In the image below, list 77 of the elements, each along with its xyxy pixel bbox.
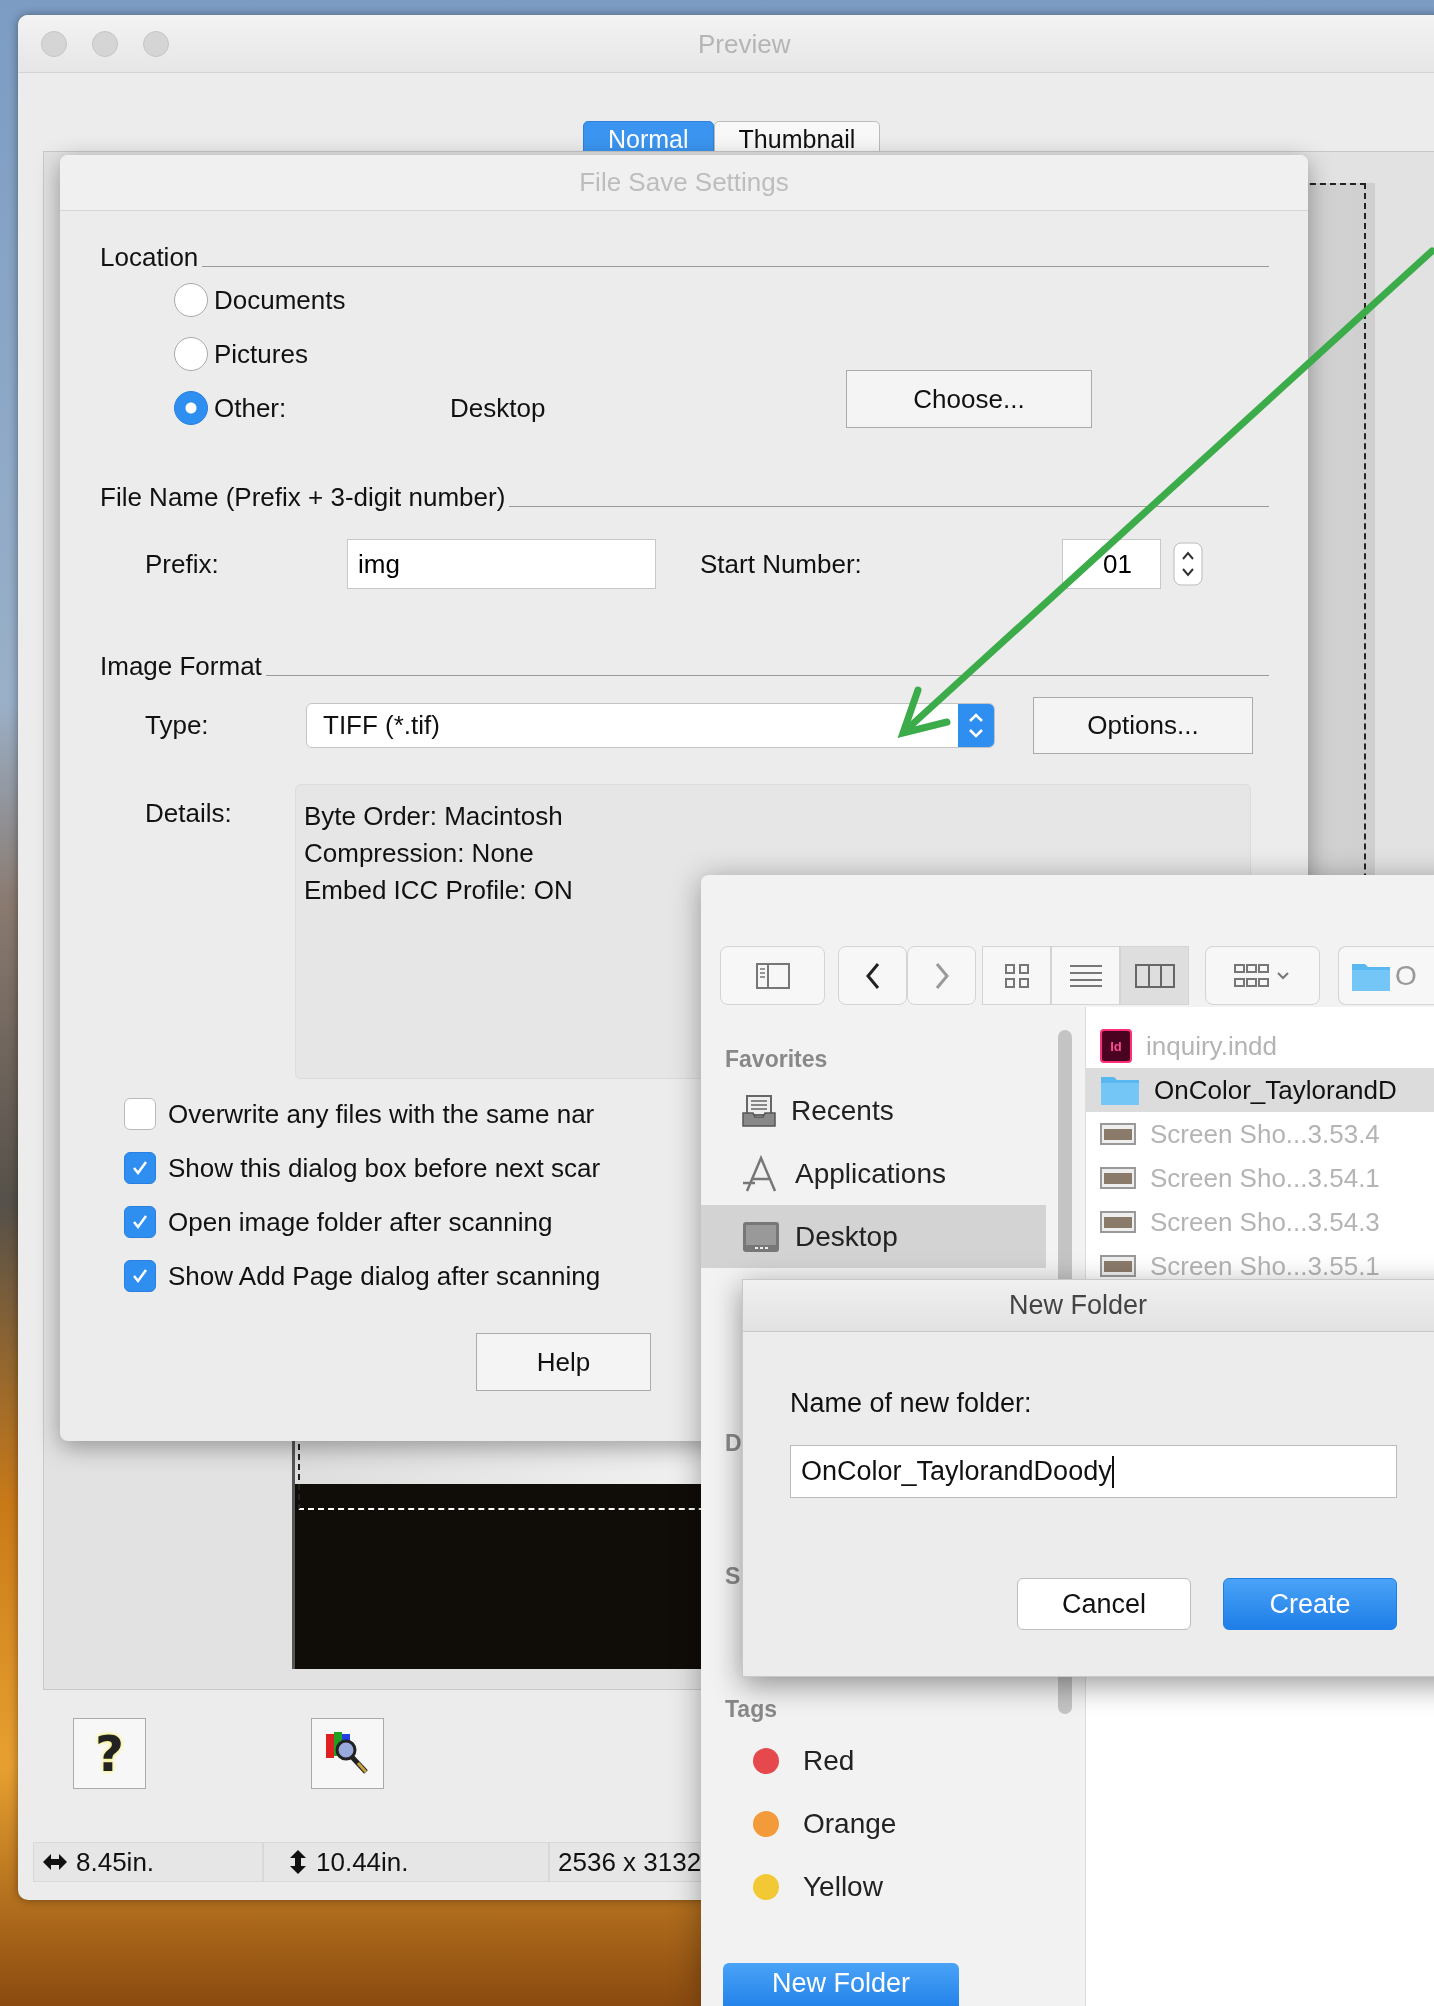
folder-name-label: Name of new folder: <box>790 1388 1033 1420</box>
grid-icon <box>1003 962 1030 989</box>
section-heading: Location <box>100 242 199 273</box>
sidebar-item[interactable]: Yellow <box>701 1855 1046 1918</box>
forward-icon <box>933 961 950 990</box>
details-line: Embed ICC Profile: ON <box>304 874 574 907</box>
inbox-tray-icon <box>741 1092 777 1129</box>
window-title: Preview <box>698 29 791 60</box>
choose-button[interactable]: Choose... <box>846 370 1092 428</box>
pixel-dimensions: 2536 x 3132 <box>558 1846 702 1878</box>
height-reading: 10.44in. <box>316 1846 409 1878</box>
sidebar-heading: Tags <box>724 1695 778 1724</box>
horizontal-arrows-icon <box>42 1852 68 1872</box>
file-row[interactable]: Id inquiry.indd <box>1086 1024 1434 1068</box>
prefix-label: Prefix: <box>145 548 220 580</box>
icon-view-button[interactable] <box>982 946 1051 1005</box>
sidebar-toggle-button[interactable] <box>720 946 825 1005</box>
checkbox[interactable] <box>124 1260 156 1292</box>
color-magnifier-button[interactable] <box>311 1718 384 1789</box>
checkbox[interactable] <box>124 1098 156 1130</box>
sidebar-heading: S <box>724 1562 742 1591</box>
help-button[interactable]: ? <box>73 1718 146 1789</box>
radio-label: Documents <box>214 284 347 316</box>
start-number-field[interactable]: 01 <box>1062 539 1161 589</box>
checkbox[interactable] <box>124 1206 156 1238</box>
sidebar-item[interactable]: Applications <box>701 1142 1046 1205</box>
radio-button[interactable] <box>174 337 208 371</box>
list-view-button[interactable] <box>1051 946 1120 1005</box>
details-label: Details: <box>145 797 233 830</box>
radio-label: Pictures <box>214 338 309 370</box>
checkbox-label: Overwrite any files with the same nar <box>168 1098 595 1130</box>
image-thumbnail-icon <box>1100 1120 1136 1148</box>
sidebar-item[interactable]: Red <box>701 1729 1046 1792</box>
indesign-file-icon: Id <box>1100 1029 1132 1063</box>
details-line: Byte Order: Macintosh <box>304 800 564 833</box>
width-reading: 8.45in. <box>76 1846 155 1878</box>
sidebar-heading: Favorites <box>724 1045 829 1074</box>
checkbox-label: Show this dialog box before next scar <box>168 1152 601 1184</box>
radio-button[interactable] <box>174 391 208 425</box>
prefix-field[interactable]: img <box>347 539 656 589</box>
column-view-button[interactable] <box>1120 946 1189 1005</box>
help-button[interactable]: Help <box>476 1333 651 1391</box>
details-line: Compression: None <box>304 837 535 870</box>
sidebar-heading: D <box>724 1429 743 1458</box>
location-path: Desktop <box>450 392 547 424</box>
image-thumbnail-icon <box>1100 1252 1136 1280</box>
file-row[interactable]: OnColor_TaylorandD <box>1086 1068 1434 1112</box>
section-heading: File Name (Prefix + 3-digit number) <box>100 482 506 513</box>
back-icon <box>864 961 881 990</box>
back-button[interactable] <box>838 946 907 1005</box>
columns-icon <box>1134 963 1175 988</box>
sidebar-item[interactable]: Recents <box>701 1079 1046 1142</box>
sidebar-item[interactable]: Desktop <box>701 1205 1046 1268</box>
desktop-icon <box>741 1219 781 1254</box>
type-label: Type: <box>145 710 210 741</box>
cancel-button[interactable]: Cancel <box>1017 1578 1191 1630</box>
sidebar-item[interactable]: Orange <box>701 1792 1046 1855</box>
section-heading: Image Format <box>100 651 262 682</box>
list-icon <box>1068 963 1103 988</box>
arrange-button[interactable] <box>1205 946 1320 1005</box>
image-thumbnail-icon <box>1100 1164 1136 1192</box>
checkbox-label: Open image folder after scanning <box>168 1206 553 1238</box>
start-number-label: Start Number: <box>700 548 863 580</box>
dialog-title: New Folder <box>1009 1290 1148 1321</box>
folder-icon <box>1100 1074 1140 1106</box>
radio-button[interactable] <box>174 283 208 317</box>
type-dropdown[interactable]: TIFF (*.tif) <box>306 703 995 748</box>
sidebar-icon <box>755 962 790 989</box>
checkbox[interactable] <box>124 1152 156 1184</box>
radio-label: Other: <box>214 392 288 424</box>
stepper-icon <box>958 704 994 747</box>
vertical-arrows-icon <box>288 1849 308 1875</box>
stepper-icon[interactable] <box>1173 542 1203 586</box>
folder-name-field[interactable]: OnColor_TaylorandDoody <box>790 1445 1397 1498</box>
options-button[interactable]: Options... <box>1033 697 1253 754</box>
checkbox-label: Show Add Page dialog after scanning <box>168 1260 601 1292</box>
image-thumbnail-icon <box>1100 1208 1136 1236</box>
